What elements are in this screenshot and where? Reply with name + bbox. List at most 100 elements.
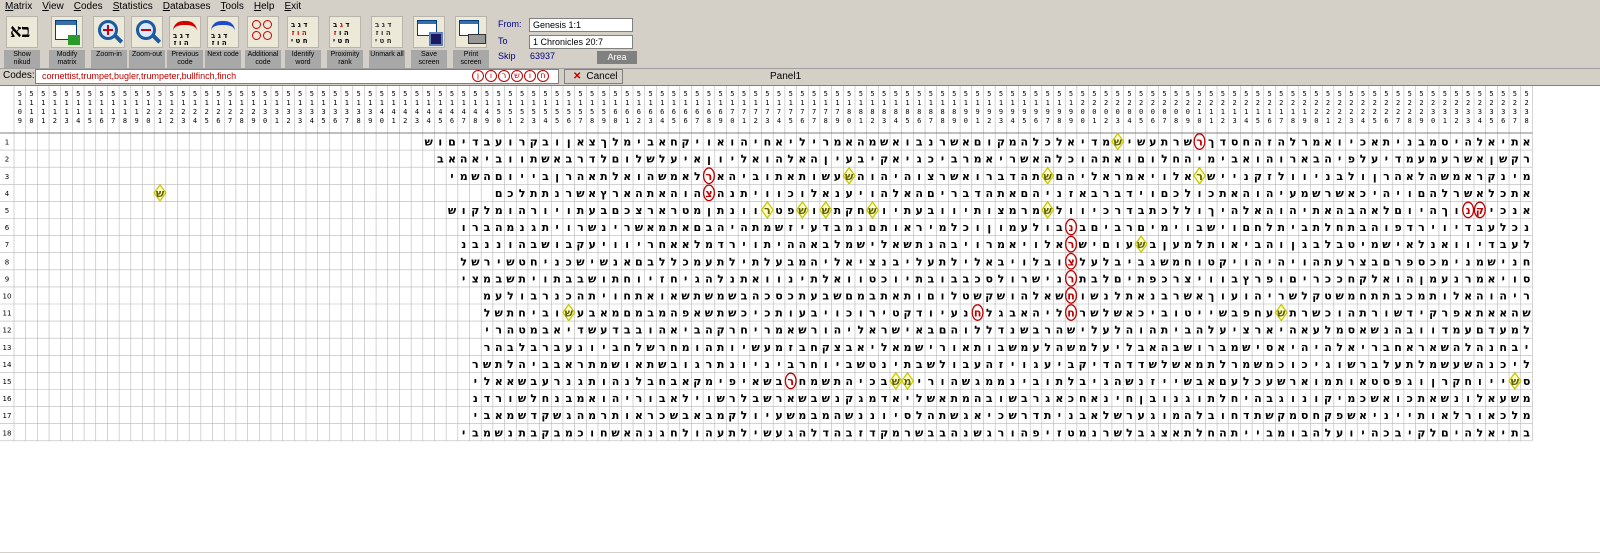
matrix-letter[interactable]: ח bbox=[1313, 409, 1321, 422]
matrix-letter[interactable]: ה bbox=[915, 187, 923, 200]
column-header[interactable]: 5232 bbox=[1454, 90, 1458, 125]
matrix-letter[interactable]: ת bbox=[600, 170, 608, 183]
matrix-letter[interactable]: ז bbox=[1267, 170, 1271, 183]
matrix-letter[interactable]: ע bbox=[1441, 272, 1448, 285]
matrix-letter[interactable]: ו bbox=[509, 153, 513, 166]
matrix-letter[interactable]: ח bbox=[623, 289, 631, 302]
matrix-letter[interactable]: ת bbox=[1348, 221, 1356, 234]
matrix-letter[interactable]: ר bbox=[1208, 341, 1215, 354]
matrix-letter[interactable]: י bbox=[1455, 221, 1458, 234]
matrix-letter[interactable]: י bbox=[1455, 255, 1458, 268]
matrix-letter[interactable]: ת bbox=[752, 221, 760, 234]
matrix-letter[interactable]: י bbox=[1396, 238, 1399, 251]
matrix-letter[interactable]: ה bbox=[1476, 341, 1484, 354]
matrix-letter[interactable]: ה bbox=[1406, 272, 1414, 285]
matrix-letter[interactable]: ו bbox=[1011, 426, 1015, 439]
column-header[interactable]: 5218 bbox=[1291, 90, 1295, 125]
matrix-letter[interactable]: ם bbox=[495, 187, 503, 200]
matrix-letter[interactable]: ר bbox=[495, 324, 502, 337]
matrix-letter[interactable]: א bbox=[1266, 324, 1274, 337]
column-header[interactable]: 5157 bbox=[578, 90, 582, 125]
matrix-letter[interactable]: ו bbox=[987, 136, 991, 149]
matrix-letter[interactable]: ל bbox=[1325, 221, 1332, 234]
matrix-letter[interactable]: ה bbox=[612, 392, 620, 405]
matrix-letter[interactable]: ן bbox=[1431, 375, 1435, 388]
matrix-letter[interactable]: ד bbox=[1488, 324, 1494, 337]
column-header[interactable]: 5126 bbox=[216, 90, 220, 125]
matrix-letter[interactable]: א bbox=[1149, 341, 1157, 354]
matrix-letter[interactable]: ל bbox=[1500, 221, 1507, 234]
matrix-letter[interactable]: ל bbox=[671, 255, 678, 268]
matrix-letter[interactable]: ו bbox=[509, 170, 513, 183]
matrix-letter[interactable]: ה bbox=[507, 324, 515, 337]
matrix-letter[interactable]: ב bbox=[776, 375, 783, 388]
matrix-letter[interactable]: י bbox=[906, 324, 909, 337]
matrix-letter[interactable]: מ bbox=[962, 392, 970, 405]
matrix-letter[interactable]: כ bbox=[1325, 272, 1331, 285]
column-header[interactable]: 5158 bbox=[590, 90, 594, 125]
matrix-letter[interactable]: ו bbox=[777, 272, 781, 285]
column-header[interactable]: 5176 bbox=[800, 90, 804, 125]
matrix-letter[interactable]: ל bbox=[811, 187, 818, 200]
matrix-letter[interactable]: ל bbox=[1126, 341, 1133, 354]
matrix-letter[interactable]: ט bbox=[1207, 255, 1214, 268]
matrix-letter[interactable]: י bbox=[1502, 255, 1505, 268]
matrix-letter[interactable]: כ bbox=[1430, 255, 1436, 268]
matrix-letter[interactable]: א bbox=[892, 392, 900, 405]
matrix-letter[interactable]: ל bbox=[1033, 255, 1040, 268]
matrix-letter[interactable]: ן bbox=[707, 204, 711, 217]
matrix-letter[interactable]: ת bbox=[1383, 136, 1391, 149]
matrix-letter[interactable]: ב bbox=[1091, 272, 1098, 285]
column-header[interactable]: 5189 bbox=[952, 90, 956, 125]
matrix-letter[interactable]: ב bbox=[846, 341, 853, 354]
matrix-letter[interactable]: נ bbox=[485, 238, 490, 251]
to-field[interactable]: 1 Chronicles 20:7 bbox=[529, 35, 633, 49]
matrix-letter[interactable]: א bbox=[1406, 238, 1414, 251]
matrix-letter[interactable]: ש bbox=[950, 136, 959, 149]
matrix-letter[interactable]: צ bbox=[635, 204, 642, 217]
matrix-letter[interactable]: ש bbox=[681, 289, 690, 302]
matrix-letter[interactable]: ב bbox=[1360, 221, 1367, 234]
matrix-letter[interactable]: א bbox=[658, 187, 666, 200]
matrix-letter[interactable]: ק bbox=[1429, 307, 1437, 320]
matrix-letter[interactable]: ל bbox=[1383, 204, 1390, 217]
matrix-letter[interactable]: ש bbox=[658, 170, 667, 183]
matrix-letter[interactable]: מ bbox=[1020, 341, 1028, 354]
matrix-letter[interactable]: כ bbox=[1138, 307, 1144, 320]
matrix-letter[interactable]: ל bbox=[1126, 426, 1133, 439]
matrix-letter[interactable]: ל bbox=[1173, 170, 1180, 183]
matrix-letter[interactable]: י bbox=[1128, 136, 1131, 149]
matrix-letter[interactable]: כ bbox=[764, 289, 770, 302]
matrix-letter[interactable]: ו bbox=[684, 358, 688, 371]
menu-exit[interactable]: Exit bbox=[279, 0, 306, 13]
matrix-letter[interactable]: ר bbox=[963, 153, 970, 166]
matrix-letter[interactable]: ו bbox=[1022, 255, 1026, 268]
matrix-letter[interactable]: ע bbox=[845, 187, 852, 200]
matrix-letter[interactable]: ב bbox=[530, 341, 537, 354]
matrix-letter[interactable]: ב bbox=[437, 153, 444, 166]
matrix-letter[interactable]: ג bbox=[1302, 238, 1307, 251]
matrix-letter[interactable]: ל bbox=[1196, 409, 1203, 422]
column-header[interactable]: 5122 bbox=[170, 90, 174, 125]
matrix-letter[interactable]: ל bbox=[951, 255, 958, 268]
column-header[interactable]: 5150 bbox=[497, 90, 501, 125]
matrix-letter[interactable]: ב bbox=[1395, 426, 1402, 439]
matrix-letter[interactable]: ל bbox=[1325, 324, 1332, 337]
matrix-letter[interactable]: ב bbox=[1161, 307, 1168, 320]
matrix-letter[interactable]: ל bbox=[612, 136, 619, 149]
matrix-letter[interactable]: כ bbox=[1512, 221, 1518, 234]
column-header[interactable]: 5132 bbox=[286, 90, 290, 125]
matrix-letter[interactable]: י bbox=[1513, 289, 1516, 302]
matrix-letter[interactable]: ד bbox=[998, 324, 1004, 337]
matrix-letter[interactable]: ס bbox=[1523, 375, 1530, 388]
matrix-letter[interactable]: ש bbox=[1371, 392, 1380, 405]
matrix-letter[interactable]: ב bbox=[846, 426, 853, 439]
matrix-letter[interactable]: מ bbox=[1523, 170, 1531, 183]
matrix-letter[interactable]: ל bbox=[519, 341, 526, 354]
matrix-letter[interactable]: ש bbox=[705, 289, 714, 302]
matrix-letter[interactable]: ה bbox=[1254, 392, 1262, 405]
matrix-letter[interactable]: ר bbox=[1231, 358, 1238, 371]
column-header[interactable]: 5212 bbox=[1221, 90, 1225, 125]
matrix-letter[interactable]: נ bbox=[1524, 221, 1529, 234]
matrix-letter[interactable]: נ bbox=[928, 238, 933, 251]
